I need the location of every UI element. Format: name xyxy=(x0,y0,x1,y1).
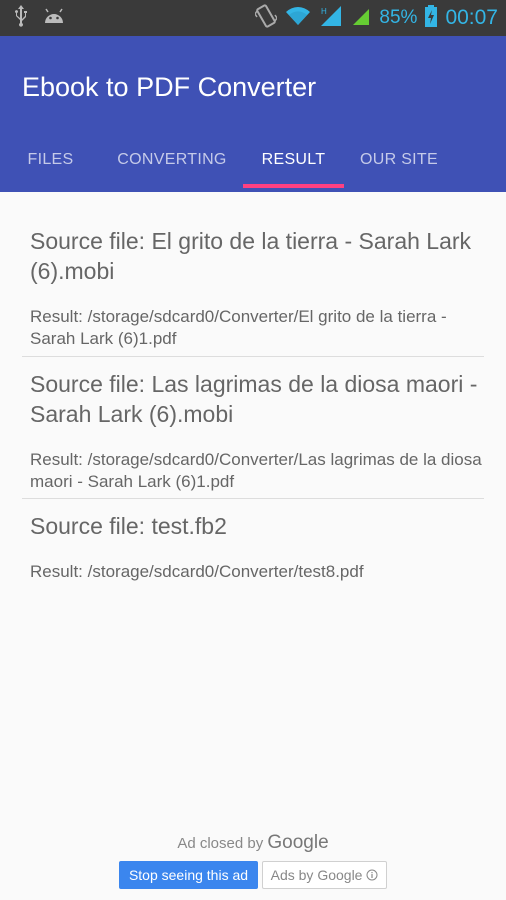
result-path-text: Result: /storage/sdcard0/Converter/El gr… xyxy=(30,307,447,348)
result-path-text: Result: /storage/sdcard0/Converter/Las l… xyxy=(30,450,482,491)
clock: 00:07 xyxy=(445,6,498,29)
signal-icon: H xyxy=(319,4,343,33)
usb-icon xyxy=(14,4,28,32)
list-item[interactable]: Source file: Las lagrimas de la diosa ma… xyxy=(22,357,484,499)
stop-seeing-ad-button[interactable]: Stop seeing this ad xyxy=(119,861,258,889)
list-item[interactable]: Source file: test.fb2 Result: /storage/s… xyxy=(22,499,484,599)
tab-indicator xyxy=(243,184,344,188)
ad-closed-notice: Ad closed by Google xyxy=(0,832,506,854)
app-bar: Ebook to PDF Converter FILES CONVERTING … xyxy=(0,36,506,192)
svg-text:H: H xyxy=(321,7,327,16)
battery-charging-icon xyxy=(425,4,438,32)
results-list: Source file: El grito de la tierra - Sar… xyxy=(22,192,484,599)
tab-converting[interactable]: CONVERTING xyxy=(101,140,243,192)
result-path-text: Result: /storage/sdcard0/Converter/test8… xyxy=(30,562,364,581)
ads-by-google-button[interactable]: Ads by Google xyxy=(262,861,387,889)
app-title: Ebook to PDF Converter xyxy=(22,72,317,102)
tab-our-site[interactable]: OUR SITE xyxy=(344,140,454,192)
source-file-text: Source file: Las lagrimas de la diosa ma… xyxy=(30,371,478,427)
status-bar: H 85% 00:07 xyxy=(0,0,506,36)
tab-files[interactable]: FILES xyxy=(0,140,101,192)
google-logo-text: Google xyxy=(267,832,329,853)
status-bar-left xyxy=(14,4,66,32)
signal2-icon xyxy=(351,5,371,32)
list-item[interactable]: Source file: El grito de la tierra - Sar… xyxy=(22,192,484,357)
android-icon xyxy=(42,7,66,30)
info-icon xyxy=(366,867,378,883)
battery-percent: 85% xyxy=(379,7,418,28)
vibrate-icon xyxy=(254,3,279,34)
ads-by-google-label: Ads by Google xyxy=(270,867,363,883)
source-file-text: Source file: El grito de la tierra - Sar… xyxy=(30,228,472,284)
source-file-text: Source file: test.fb2 xyxy=(30,513,227,539)
ad-closed-text: Ad closed by xyxy=(177,835,264,852)
status-bar-right: H 85% 00:07 xyxy=(254,3,498,34)
wifi-icon xyxy=(285,6,311,31)
